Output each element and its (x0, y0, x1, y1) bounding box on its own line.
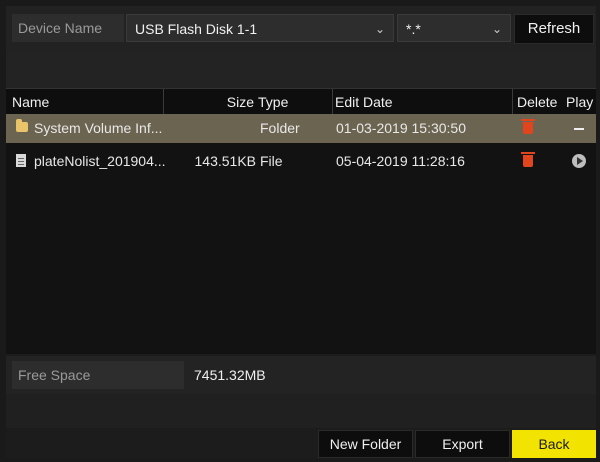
file-name: plateNolist_201904... (34, 153, 166, 169)
play-icon[interactable] (572, 154, 586, 168)
back-button[interactable]: Back (512, 430, 596, 458)
file-size: 143.51KB (194, 153, 257, 169)
free-space-row: Free Space 7451.32MB (6, 356, 596, 394)
column-header-type: Type (258, 89, 333, 115)
dash-icon (574, 128, 584, 130)
file-type: File (260, 153, 283, 169)
chevron-down-icon: ⌄ (374, 22, 385, 36)
delete-icon[interactable] (521, 152, 535, 167)
new-folder-button[interactable]: New Folder (318, 430, 413, 458)
file-name: System Volume Inf... (34, 120, 163, 136)
action-bar: New Folder Export Back (6, 428, 596, 458)
device-select[interactable]: USB Flash Disk 1-1 ⌄ (126, 14, 394, 42)
column-header-edit-date: Edit Date (333, 89, 513, 115)
footer-spacer (6, 394, 596, 428)
chevron-down-icon: ⌄ (491, 22, 502, 36)
folder-icon (16, 119, 28, 132)
file-table-header: Name Size Type Edit Date Delete Play (6, 88, 596, 115)
refresh-button[interactable]: Refresh (514, 14, 594, 44)
file-edit-date: 05-04-2019 11:28:16 (336, 153, 465, 169)
delete-icon[interactable] (521, 119, 535, 134)
column-header-size: Size (226, 94, 254, 110)
export-button[interactable]: Export (415, 430, 510, 458)
table-row[interactable]: System Volume Inf... Folder 01-03-2019 1… (6, 114, 596, 143)
column-header-name: Name (12, 89, 164, 115)
file-icon (16, 154, 26, 167)
device-name-label: Device Name (12, 14, 124, 42)
device-toolbar: Device Name USB Flash Disk 1-1 ⌄ *.* ⌄ R… (6, 6, 596, 50)
free-space-label: Free Space (12, 361, 184, 389)
table-row[interactable]: plateNolist_201904... 143.51KB File 05-0… (6, 147, 596, 176)
column-header-play: Play (566, 94, 594, 110)
file-management-panel: Device Name USB Flash Disk 1-1 ⌄ *.* ⌄ R… (6, 6, 596, 458)
file-filter-value: *.* (406, 21, 421, 37)
column-header-delete: Delete (517, 94, 558, 110)
toolbar-spacer (6, 50, 596, 88)
device-select-value: USB Flash Disk 1-1 (135, 21, 258, 37)
file-type: Folder (260, 120, 300, 136)
file-edit-date: 01-03-2019 15:30:50 (336, 120, 466, 136)
file-table-body: System Volume Inf... Folder 01-03-2019 1… (6, 114, 596, 354)
free-space-value: 7451.32MB (194, 367, 266, 383)
file-filter-select[interactable]: *.* ⌄ (397, 14, 511, 42)
file-size (164, 114, 256, 143)
